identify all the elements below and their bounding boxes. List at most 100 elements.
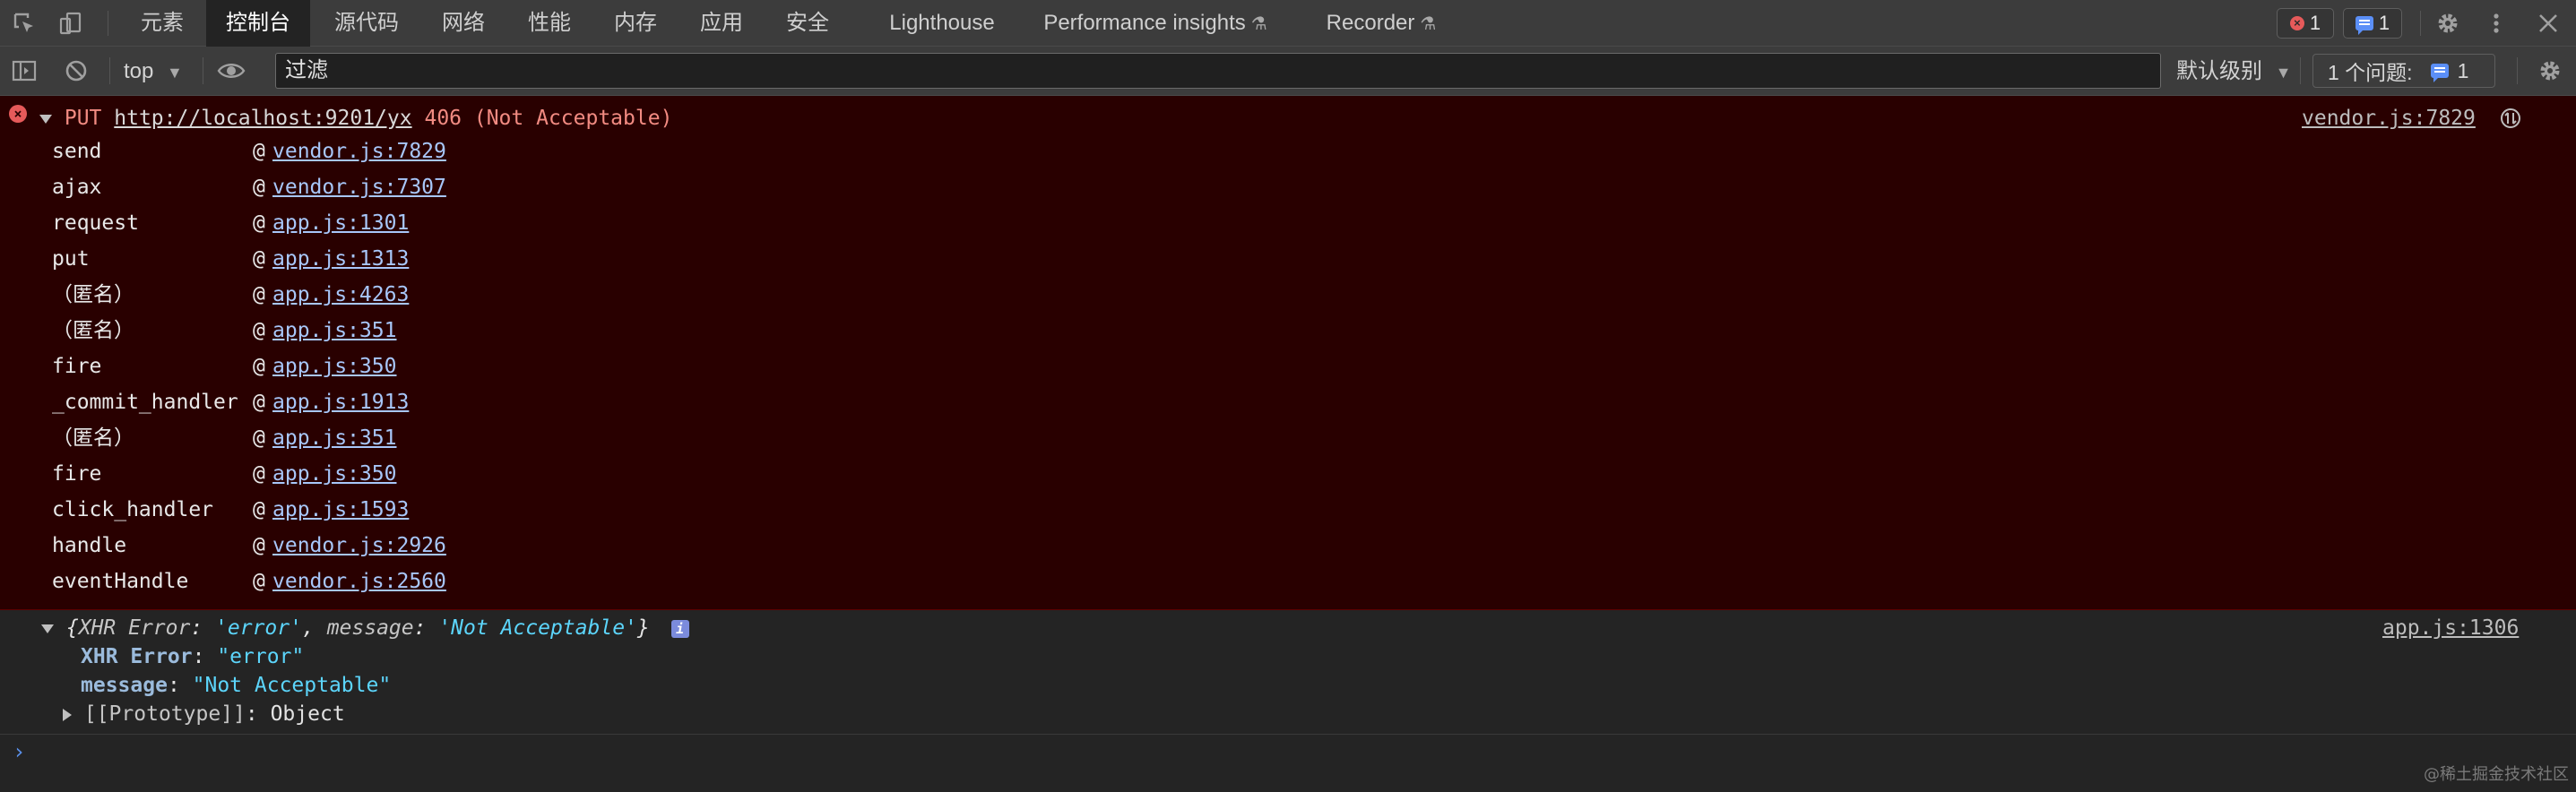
- stack-frame-at: @: [253, 176, 265, 199]
- experiment-flask-icon: ⚗: [1420, 14, 1437, 34]
- stack-frame-source-link[interactable]: app.js:4263: [272, 277, 409, 313]
- experiment-flask-icon: ⚗: [1250, 14, 1267, 34]
- issue-message-icon: [2430, 64, 2449, 82]
- network-request-icon[interactable]: [2497, 105, 2524, 132]
- stack-frame-at: @: [253, 247, 265, 271]
- tab-application[interactable]: 应用: [679, 0, 764, 47]
- error-method: PUT: [64, 107, 102, 130]
- error-source-link[interactable]: vendor.js:7829: [2302, 107, 2476, 130]
- stack-frame-at: @: [253, 498, 265, 521]
- inspect-element-icon[interactable]: [9, 9, 39, 38]
- stack-frame-function: click_handler: [52, 498, 214, 521]
- stack-frame-at: @: [253, 391, 265, 414]
- stack-frame-function: ajax: [52, 176, 102, 199]
- tab-console[interactable]: 控制台: [206, 0, 310, 47]
- message-count: 1: [2378, 12, 2390, 34]
- object-preview-separator: ,: [301, 616, 327, 640]
- tab-network[interactable]: 网络: [421, 0, 506, 47]
- prototype-key: [[Prototype]]: [83, 702, 246, 726]
- stack-frame-source-link[interactable]: app.js:350: [272, 349, 396, 384]
- property-key: XHR Error: [81, 645, 193, 668]
- devtools-tabbar: 元素 控制台 源代码 网络 性能 内存 应用 安全 Lighthouse Per…: [0, 0, 2576, 47]
- tab-sources[interactable]: 源代码: [318, 0, 415, 47]
- stack-frame-at: @: [253, 140, 265, 163]
- stack-frame-at: @: [253, 570, 265, 593]
- error-summary[interactable]: PUT http://localhost:9201/yx 406 (Not Ac…: [39, 105, 672, 132]
- console-output: × PUT http://localhost:9201/yx 406 (Not …: [0, 96, 2576, 792]
- stack-frame-source-link[interactable]: vendor.js:7307: [272, 169, 446, 205]
- object-property: message: "Not Acceptable": [81, 674, 392, 697]
- stack-frame-source-link[interactable]: app.js:1913: [272, 384, 409, 420]
- stack-frame-source-link[interactable]: app.js:1313: [272, 241, 409, 277]
- stack-frame-at: @: [253, 319, 265, 342]
- console-settings-gear-icon[interactable]: [2535, 57, 2565, 84]
- tab-performance[interactable]: 性能: [507, 0, 592, 47]
- context-value: top: [124, 59, 154, 83]
- filter-input[interactable]: 过滤: [275, 53, 2161, 89]
- live-expression-eye-icon[interactable]: [213, 57, 249, 84]
- message-count-badge[interactable]: 1: [2343, 8, 2402, 39]
- expand-triangle-icon[interactable]: [41, 624, 54, 633]
- stack-frame-source-link[interactable]: app.js:350: [272, 456, 396, 492]
- error-icon: ×: [9, 105, 27, 123]
- stack-frame-source-link[interactable]: app.js:351: [272, 313, 396, 349]
- stack-frame-at: @: [253, 283, 265, 306]
- info-icon[interactable]: i: [670, 619, 689, 638]
- log-levels-dropdown[interactable]: 默认级别 ▼: [2176, 47, 2292, 98]
- stack-frame-at: @: [253, 355, 265, 378]
- device-toolbar-icon[interactable]: [56, 9, 86, 38]
- error-count: 1: [2309, 12, 2321, 34]
- tab-security[interactable]: 安全: [765, 0, 850, 47]
- stack-frame-function: handle: [52, 534, 127, 557]
- stack-frame-source-link[interactable]: app.js:1593: [272, 492, 409, 528]
- tab-label: Performance insights: [1043, 11, 1246, 35]
- issues-count: 1: [2457, 58, 2469, 82]
- settings-gear-icon[interactable]: [2433, 9, 2463, 38]
- property-value: "error": [217, 645, 305, 668]
- object-preview[interactable]: {XHR Error: 'error', message: 'Not Accep…: [41, 614, 689, 642]
- error-icon: ×: [2289, 16, 2304, 30]
- clear-console-icon[interactable]: [61, 57, 91, 84]
- stack-frame-source-link[interactable]: vendor.js:2926: [272, 528, 446, 564]
- tab-lighthouse[interactable]: Lighthouse: [875, 0, 1009, 47]
- tab-label: Recorder: [1326, 11, 1415, 35]
- object-source-link[interactable]: app.js:1306: [2382, 614, 2519, 642]
- stack-frame-source-link[interactable]: app.js:351: [272, 420, 396, 456]
- show-sidebar-icon[interactable]: [9, 57, 39, 84]
- more-options-icon[interactable]: [2483, 9, 2510, 38]
- stack-frame-at: @: [253, 462, 265, 486]
- prototype-row[interactable]: [[Prototype]]: Object: [63, 700, 345, 728]
- expand-triangle-icon[interactable]: [63, 708, 72, 721]
- object-preview-value: 'error': [215, 616, 302, 640]
- stack-frame-function: _commit_handler: [52, 391, 238, 414]
- error-url-link[interactable]: http://localhost:9201/yx: [114, 107, 411, 130]
- tab-elements[interactable]: 元素: [124, 0, 201, 47]
- expand-triangle-icon[interactable]: [39, 114, 52, 124]
- object-preview-key: message: [326, 616, 414, 640]
- stack-frame-at: @: [253, 211, 265, 235]
- stack-frame-source-link[interactable]: vendor.js:7829: [272, 133, 446, 169]
- error-status: 406 (Not Acceptable): [424, 107, 673, 130]
- console-toolbar: top ▼ 过滤 默认级别 ▼ 1 个问题: 1: [0, 47, 2576, 96]
- dropdown-arrow-icon: ▼: [167, 64, 183, 82]
- error-count-badge[interactable]: × 1: [2277, 8, 2334, 39]
- tab-performance-insights[interactable]: Performance insights ⚗: [1027, 0, 1284, 47]
- issues-button[interactable]: 1 个问题: 1: [2312, 54, 2495, 88]
- error-message: × PUT http://localhost:9201/yx 406 (Not …: [0, 96, 2576, 610]
- tab-memory[interactable]: 内存: [593, 0, 678, 47]
- context-selector[interactable]: top ▼: [124, 47, 183, 98]
- object-preview-value: 'Not Acceptable': [438, 616, 637, 640]
- stack-frame-function: （匿名）: [52, 319, 134, 342]
- divider: [109, 57, 110, 84]
- divider: [2420, 11, 2421, 36]
- tab-recorder[interactable]: Recorder ⚗: [1316, 0, 1447, 47]
- stack-frame-source-link[interactable]: app.js:1301: [272, 205, 409, 241]
- console-prompt-chevron-icon[interactable]: ›: [13, 739, 25, 764]
- divider: [0, 734, 2576, 735]
- object-preview-open: {: [65, 616, 79, 640]
- stack-frame-function: （匿名）: [52, 283, 134, 306]
- stack-frame-source-link[interactable]: vendor.js:2560: [272, 564, 446, 599]
- message-icon: [2355, 16, 2373, 35]
- close-devtools-icon[interactable]: [2533, 9, 2563, 38]
- issues-label: 1 个问题:: [2328, 61, 2413, 84]
